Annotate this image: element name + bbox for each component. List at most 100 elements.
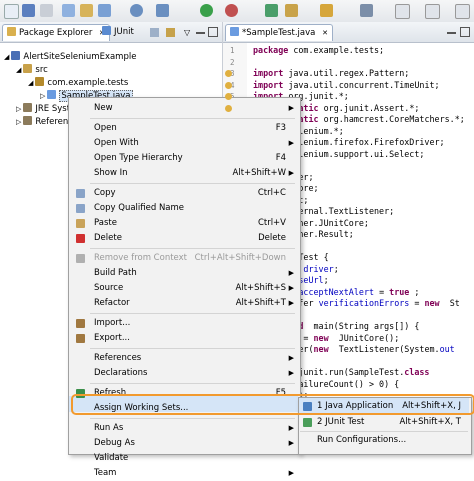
menu-item-copy[interactable]: Copy Ctrl+C bbox=[69, 186, 300, 201]
search-icon[interactable] bbox=[320, 4, 333, 17]
menu-item-build-path[interactable]: Build Path ▶ bbox=[69, 266, 300, 281]
submenu-arrow-icon: ▶ bbox=[288, 269, 294, 277]
menu-item-copy-qualified-name[interactable]: Copy Qualified Name bbox=[69, 201, 300, 216]
menu-item-label: Copy Qualified Name bbox=[94, 203, 185, 213]
minimize-icon[interactable] bbox=[447, 32, 456, 34]
code-token: new bbox=[424, 298, 440, 308]
overflow-icon[interactable] bbox=[455, 4, 470, 19]
menu-item-open-with[interactable]: Open With ▶ bbox=[69, 136, 300, 151]
submenu-item-run-configurations[interactable]: Run Configurations... bbox=[299, 433, 469, 448]
minimize-icon[interactable] bbox=[196, 32, 205, 34]
tab-junit[interactable]: JUnit bbox=[98, 24, 138, 40]
print-icon[interactable] bbox=[40, 4, 53, 17]
code-token: acceptNextAlert bbox=[298, 286, 375, 297]
code-token: = bbox=[374, 286, 390, 297]
code-token: verificationErrors bbox=[318, 298, 410, 308]
warning-marker-icon[interactable] bbox=[225, 70, 232, 77]
java-file-icon bbox=[47, 90, 57, 99]
menu-separator bbox=[90, 383, 295, 384]
menu-item-references[interactable]: References ▶ bbox=[69, 351, 300, 366]
menu-item-show-in[interactable]: Show In Alt+Shift+W ▶ bbox=[69, 166, 300, 181]
menu-item-label: References bbox=[94, 353, 142, 363]
menu-item-label: Open Type Hierarchy bbox=[94, 153, 183, 163]
view-menu-icon[interactable]: ▽ bbox=[184, 28, 190, 37]
maximize-icon[interactable] bbox=[208, 27, 218, 37]
main-toolbar bbox=[0, 0, 474, 23]
new-icon[interactable] bbox=[4, 4, 19, 19]
menu-item-label: Copy bbox=[94, 188, 116, 198]
code-token: import bbox=[253, 68, 284, 78]
menu-item-new[interactable]: New ▶ bbox=[69, 101, 300, 116]
menu-item-open-type-hierarchy[interactable]: Open Type Hierarchy F4 bbox=[69, 151, 300, 166]
java-file-icon bbox=[230, 27, 239, 36]
forward-icon[interactable] bbox=[425, 4, 440, 19]
submenu-item-2-junit-test[interactable]: 2 JUnit Test Alt+Shift+X, T bbox=[299, 415, 469, 430]
toolbar-icon[interactable] bbox=[62, 4, 75, 17]
menu-item-label: Paste bbox=[94, 218, 117, 228]
menu-item-label: Open With bbox=[94, 138, 139, 148]
debug-dropdown-icon[interactable] bbox=[156, 4, 169, 17]
menu-item-label: New bbox=[94, 103, 113, 113]
code-token: new bbox=[313, 332, 329, 343]
tree-project[interactable]: ◢ AlertSiteSeleniumExample bbox=[4, 51, 136, 63]
code-token: St bbox=[444, 298, 460, 308]
menu-item-open[interactable]: Open F3 bbox=[69, 121, 300, 136]
back-icon[interactable] bbox=[395, 4, 410, 19]
menu-item-declarations[interactable]: Declarations ▶ bbox=[69, 366, 300, 381]
menu-separator bbox=[90, 248, 295, 249]
menu-item-shortcut: Ctrl+Alt+Shift+Down bbox=[194, 253, 286, 263]
menu-item-team[interactable]: Team ▶ bbox=[69, 466, 300, 481]
menu-item-debug-as[interactable]: Debug As ▶ bbox=[69, 436, 300, 451]
code-token: true bbox=[389, 286, 410, 297]
tree-src[interactable]: ◢ src bbox=[16, 64, 48, 76]
menu-item-label: Open bbox=[94, 123, 117, 133]
external-tools-icon[interactable] bbox=[225, 4, 238, 17]
menu-item-export[interactable]: Export... bbox=[69, 331, 300, 346]
maximize-icon[interactable] bbox=[460, 27, 470, 37]
submenu-arrow-icon: ▶ bbox=[288, 369, 294, 377]
code-token: class bbox=[404, 367, 430, 377]
menu-item-run-as[interactable]: Run As ▶ bbox=[69, 421, 300, 436]
menu-item-paste[interactable]: Paste Ctrl+V bbox=[69, 216, 300, 231]
menu-separator bbox=[90, 348, 295, 349]
menu-item-refactor[interactable]: Refactor Alt+Shift+T ▶ bbox=[69, 296, 300, 311]
code-line: package com.example.tests; bbox=[253, 45, 384, 56]
import-icon bbox=[76, 319, 85, 328]
tree-references[interactable]: ▷ Referenc bbox=[16, 116, 73, 128]
link-editor-icon[interactable] bbox=[166, 28, 175, 37]
menu-item-import[interactable]: Import... bbox=[69, 316, 300, 331]
submenu-arrow-icon: ▶ bbox=[288, 424, 294, 432]
project-icon bbox=[11, 51, 21, 60]
debug-icon[interactable] bbox=[130, 4, 143, 17]
menu-item-delete[interactable]: Delete Delete bbox=[69, 231, 300, 246]
editor-tab-bar: *SampleTest.java ✕ bbox=[223, 22, 474, 43]
code-token: ; bbox=[333, 263, 339, 274]
save-icon[interactable] bbox=[22, 4, 35, 17]
tab-package-explorer[interactable]: Package Explorer ✕ bbox=[2, 24, 110, 41]
warning-marker-icon[interactable] bbox=[225, 93, 232, 100]
delete-icon bbox=[76, 234, 85, 243]
tab-sampletest[interactable]: *SampleTest.java ✕ bbox=[225, 24, 333, 41]
collapse-all-icon[interactable] bbox=[150, 28, 159, 37]
tree-jre[interactable]: ▷ JRE Syste bbox=[16, 103, 75, 115]
menu-item-label: Import... bbox=[94, 318, 131, 328]
warning-marker-icon[interactable] bbox=[225, 81, 232, 89]
menu-item-shortcut: Ctrl+V bbox=[257, 218, 286, 228]
tree-label: src bbox=[35, 65, 48, 75]
tab-label: Package Explorer bbox=[19, 28, 93, 38]
menu-separator bbox=[90, 313, 295, 314]
menu-item-validate[interactable]: Validate bbox=[69, 451, 300, 466]
toolbar-icon[interactable] bbox=[98, 4, 111, 17]
line-number: 2 bbox=[230, 57, 235, 67]
annotation-icon[interactable] bbox=[360, 4, 373, 17]
run-icon[interactable] bbox=[200, 4, 213, 17]
open-type-icon[interactable] bbox=[285, 4, 298, 17]
junit-icon bbox=[102, 26, 111, 35]
tree-package[interactable]: ◢ com.example.tests bbox=[28, 77, 128, 89]
menu-item-source[interactable]: Source Alt+Shift+S ▶ bbox=[69, 281, 300, 296]
new-java-icon[interactable] bbox=[265, 4, 278, 17]
code-token: TextListener(System. bbox=[333, 344, 440, 354]
warning-marker-icon[interactable] bbox=[225, 104, 232, 112]
close-icon[interactable]: ✕ bbox=[322, 29, 328, 37]
package-icon[interactable] bbox=[80, 4, 93, 17]
